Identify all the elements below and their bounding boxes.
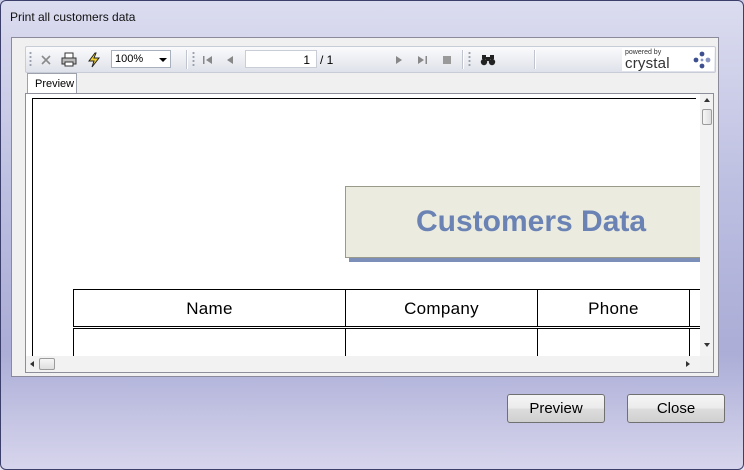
report-canvas[interactable]: Customers Data Name Company Phone [25, 93, 714, 373]
next-page-icon[interactable] [389, 50, 409, 69]
column-header-label: Phone [588, 299, 639, 318]
toolbar-separator [186, 50, 188, 69]
prev-page-icon[interactable] [220, 50, 240, 69]
first-page-icon[interactable] [198, 50, 218, 69]
dialog-window: Print all customers data 100% 1 / 1 powe… [0, 0, 744, 470]
page-total: / 1 [320, 53, 334, 67]
title-bar[interactable]: Print all customers data [1, 1, 743, 31]
report-title-box: Customers Data [345, 186, 705, 258]
scroll-left-icon[interactable] [30, 361, 34, 367]
toolbar-separator [534, 50, 536, 69]
refresh-icon[interactable] [84, 50, 104, 69]
crystal-brand-text: crystal [625, 55, 670, 72]
close-button[interactable]: Close [627, 394, 725, 423]
toolbar-grip[interactable] [468, 51, 471, 68]
toolbar-grip[interactable] [192, 51, 195, 68]
horizontal-scroll-thumb[interactable] [39, 358, 55, 370]
stop-icon[interactable] [437, 50, 457, 69]
column-header-label: Company [404, 299, 479, 318]
zoom-value: 100% [115, 53, 144, 65]
zoom-select[interactable]: 100% [111, 50, 171, 68]
preview-button[interactable]: Preview [507, 394, 605, 423]
toolbar-separator [462, 50, 464, 69]
vertical-scroll-thumb[interactable] [702, 109, 712, 125]
report-title: Customers Data [416, 205, 647, 238]
scroll-right-icon[interactable] [686, 361, 690, 367]
page-number-input[interactable]: 1 [245, 50, 317, 68]
crystal-report-viewer: 100% 1 / 1 powered by crystal Preview Cu… [11, 37, 719, 377]
column-header-label: Name [186, 299, 233, 318]
chevron-down-icon [159, 58, 167, 62]
close-icon[interactable] [36, 50, 56, 69]
current-page: 1 [303, 53, 310, 67]
window-title: Print all customers data [10, 10, 136, 24]
tab-preview[interactable]: Preview [27, 73, 77, 93]
horizontal-scrollbar[interactable] [26, 356, 700, 372]
tab-label: Preview [35, 78, 75, 90]
scroll-down-icon[interactable] [704, 343, 710, 347]
last-page-icon[interactable] [412, 50, 432, 69]
scroll-up-icon[interactable] [704, 98, 710, 102]
toolbar-grip[interactable] [29, 51, 32, 68]
viewer-toolbar: 100% 1 / 1 powered by crystal [25, 46, 716, 73]
report-page: Customers Data Name Company Phone [32, 98, 709, 369]
crystal-logo: powered by crystal [622, 48, 714, 72]
crystal-dots-icon [693, 51, 711, 69]
vertical-scrollbar[interactable] [700, 94, 713, 356]
column-header-company: Company [345, 289, 538, 327]
column-header-name: Name [73, 289, 346, 327]
print-icon[interactable] [59, 50, 79, 69]
find-icon[interactable] [478, 50, 498, 69]
column-header-phone: Phone [537, 289, 690, 327]
scroll-corner [700, 356, 713, 372]
